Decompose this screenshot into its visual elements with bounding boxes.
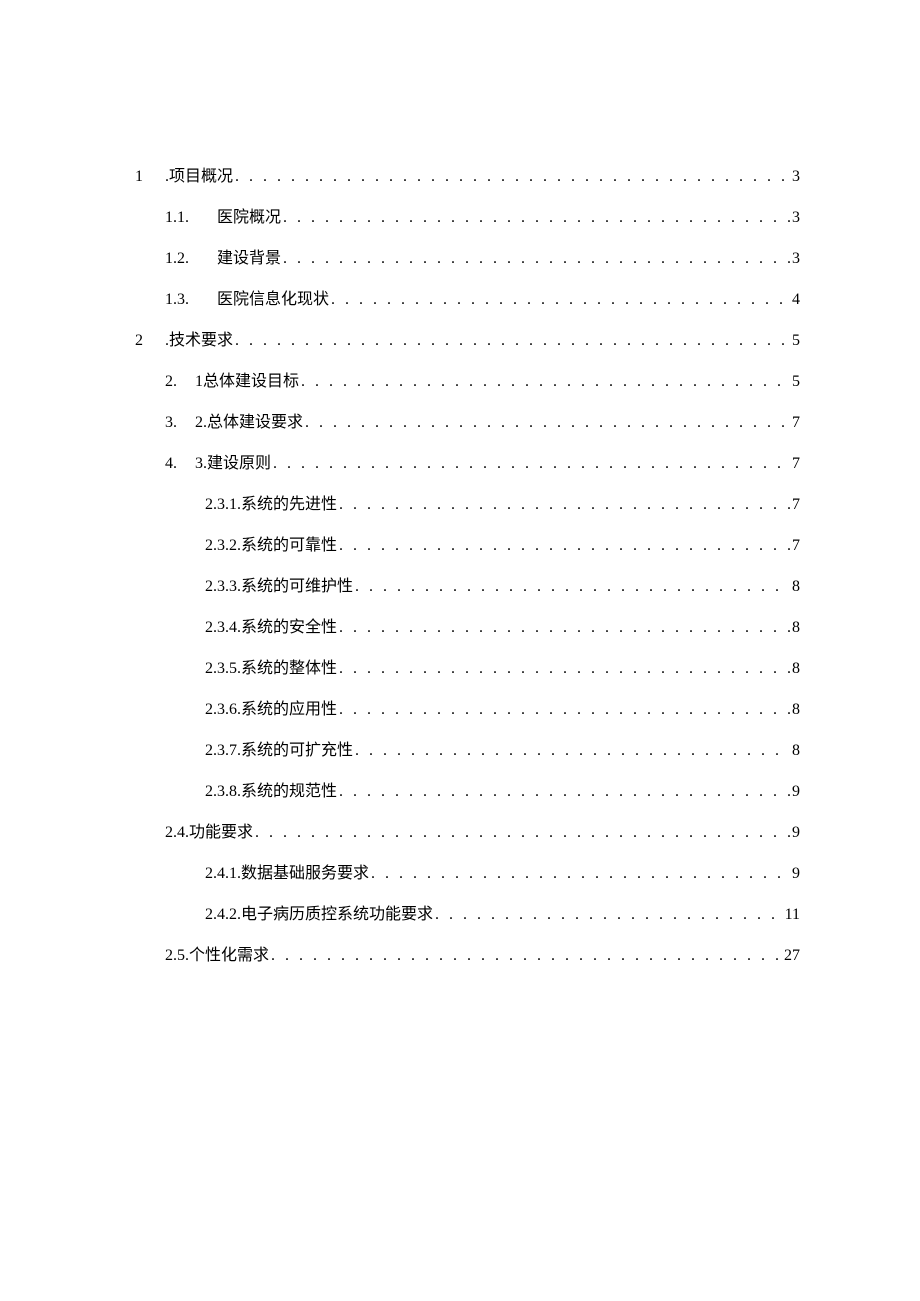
toc-dots <box>301 370 790 394</box>
toc-entry: 2.3.5.系统的整体性 8 <box>135 657 800 681</box>
toc-dots <box>331 288 790 312</box>
toc-dots <box>339 698 790 722</box>
toc-title: 2.3.4.系统的安全性 <box>205 616 337 640</box>
toc-num: 2. <box>165 370 195 394</box>
toc-entry: 1.1. 医院概况 3 <box>135 206 800 230</box>
toc-dots <box>271 944 782 968</box>
toc-num: 2 <box>135 329 165 353</box>
toc-num: 1.3. <box>165 288 217 312</box>
toc-entry: 2.3.6.系统的应用性 8 <box>135 698 800 722</box>
toc-title: 2.3.2.系统的可靠性 <box>205 534 337 558</box>
toc-title: 2.4.1.数据基础服务要求 <box>205 862 369 886</box>
toc-dots <box>339 657 790 681</box>
toc-dots <box>339 616 790 640</box>
toc-title: 医院概况 <box>217 206 281 230</box>
toc-entry: 4. 3.建设原则 7 <box>135 452 800 476</box>
toc-entry: 2.3.1.系统的先进性 7 <box>135 493 800 517</box>
toc-page: 5 <box>792 370 800 394</box>
toc-entry: 2.4.功能要求 9 <box>135 821 800 845</box>
toc-dots <box>235 329 790 353</box>
toc-title: 2.4.2.电子病历质控系统功能要求 <box>205 903 433 927</box>
toc-entry: 2.3.7.系统的可扩充性 8 <box>135 739 800 763</box>
toc-dots <box>273 452 790 476</box>
toc-page: 4 <box>792 288 800 312</box>
toc-dots <box>339 493 790 517</box>
toc-title: .技术要求 <box>165 329 233 353</box>
toc-entry: 2.4.2.电子病历质控系统功能要求 11 <box>135 903 800 927</box>
toc-dots <box>305 411 790 435</box>
toc-page: 7 <box>792 411 800 435</box>
toc-page: 7 <box>792 534 800 558</box>
toc-entry: 1.3. 医院信息化现状 4 <box>135 288 800 312</box>
toc-dots <box>435 903 783 927</box>
toc-title: 建设背景 <box>217 247 281 271</box>
toc-num: 1 <box>135 165 165 189</box>
toc-title: 2.总体建设要求 <box>195 411 303 435</box>
toc-page: 9 <box>792 780 800 804</box>
toc-page: 5 <box>792 329 800 353</box>
toc-title: 1总体建设目标 <box>195 370 299 394</box>
toc-title: 2.3.5.系统的整体性 <box>205 657 337 681</box>
toc-entry: 3. 2.总体建设要求 7 <box>135 411 800 435</box>
toc-title: 2.5.个性化需求 <box>165 944 269 968</box>
toc-entry: 1.2. 建设背景 3 <box>135 247 800 271</box>
toc-page: 8 <box>792 657 800 681</box>
toc-page: 7 <box>792 452 800 476</box>
toc-page: 3 <box>792 247 800 271</box>
toc-page: 9 <box>792 862 800 886</box>
toc-page: 27 <box>784 944 800 968</box>
toc-entry: 2.3.8.系统的规范性 9 <box>135 780 800 804</box>
table-of-contents: 1 .项目概况 3 1.1. 医院概况 3 1.2. 建设背景 3 1.3. 医… <box>135 165 800 968</box>
toc-entry: 1 .项目概况 3 <box>135 165 800 189</box>
toc-dots <box>355 575 790 599</box>
toc-entry: 2. 1总体建设目标 5 <box>135 370 800 394</box>
toc-num: 1.1. <box>165 206 217 230</box>
toc-num: 3. <box>165 411 195 435</box>
toc-page: 8 <box>792 698 800 722</box>
toc-dots <box>255 821 790 845</box>
toc-dots <box>283 247 790 271</box>
toc-page: 8 <box>792 739 800 763</box>
toc-page: 3 <box>792 165 800 189</box>
toc-title: .项目概况 <box>165 165 233 189</box>
toc-title: 2.3.8.系统的规范性 <box>205 780 337 804</box>
toc-num: 4. <box>165 452 195 476</box>
toc-dots <box>339 534 790 558</box>
toc-entry: 2.4.1.数据基础服务要求 9 <box>135 862 800 886</box>
toc-page: 7 <box>792 493 800 517</box>
toc-page: 11 <box>785 903 800 927</box>
toc-entry: 2.3.4.系统的安全性 8 <box>135 616 800 640</box>
toc-dots <box>235 165 790 189</box>
toc-title: 2.3.7.系统的可扩充性 <box>205 739 353 763</box>
toc-page: 9 <box>792 821 800 845</box>
toc-entry: 2.3.3.系统的可维护性 8 <box>135 575 800 599</box>
toc-page: 8 <box>792 575 800 599</box>
toc-title: 3.建设原则 <box>195 452 271 476</box>
toc-page: 3 <box>792 206 800 230</box>
toc-dots <box>339 780 790 804</box>
toc-title: 2.3.3.系统的可维护性 <box>205 575 353 599</box>
toc-entry: 2.3.2.系统的可靠性 7 <box>135 534 800 558</box>
toc-title: 2.3.1.系统的先进性 <box>205 493 337 517</box>
toc-num: 1.2. <box>165 247 217 271</box>
toc-dots <box>371 862 790 886</box>
toc-dots <box>355 739 790 763</box>
toc-entry: 2 .技术要求 5 <box>135 329 800 353</box>
toc-entry: 2.5.个性化需求 27 <box>135 944 800 968</box>
toc-title: 2.3.6.系统的应用性 <box>205 698 337 722</box>
toc-title: 医院信息化现状 <box>217 288 329 312</box>
toc-dots <box>283 206 790 230</box>
toc-title: 2.4.功能要求 <box>165 821 253 845</box>
toc-page: 8 <box>792 616 800 640</box>
